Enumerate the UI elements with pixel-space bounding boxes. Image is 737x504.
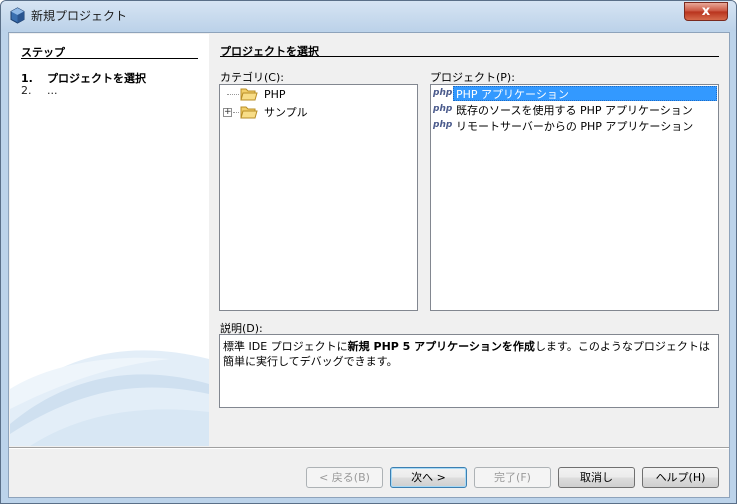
- project-list[interactable]: php PHP アプリケーション php 既存のソースを使用する PHP アプリ…: [430, 84, 719, 311]
- php-icon: php: [433, 104, 453, 114]
- category-label: カテゴリ(C):: [220, 71, 284, 84]
- dialog-body: ステップ 1. プロジェクトを選択 2.... プロジェクトを選択 カテゴリ(C)…: [8, 32, 730, 498]
- close-button[interactable]: x: [684, 2, 728, 21]
- netbeans-cube-icon: [10, 7, 25, 24]
- step-2-number: 2.: [21, 84, 32, 97]
- list-item-label: 既存のソースを使用する PHP アプリケーション: [456, 104, 693, 117]
- window-title: 新規プロジェクト: [31, 9, 128, 23]
- list-item[interactable]: php 既存のソースを使用する PHP アプリケーション: [432, 102, 717, 118]
- folder-icon: [240, 88, 258, 101]
- cancel-button[interactable]: 取消し: [558, 467, 635, 488]
- folder-icon: [240, 106, 258, 119]
- steps-pane: ステップ 1. プロジェクトを選択 2....: [10, 34, 209, 446]
- list-item-label: リモートサーバーからの PHP アプリケーション: [456, 120, 694, 133]
- new-project-dialog: 新規プロジェクト x ステップ 1. プロジェクトを選択 2.... プロジェクト…: [0, 0, 737, 504]
- php-icon: php: [433, 120, 453, 130]
- list-item-label: PHP アプリケーション: [453, 86, 717, 101]
- next-button[interactable]: 次へ >: [390, 467, 467, 488]
- description-bold: 新規 PHP 5 アプリケーションを作成: [347, 340, 535, 353]
- project-label: プロジェクト(P):: [430, 71, 515, 84]
- list-item[interactable]: php リモートサーバーからの PHP アプリケーション: [432, 118, 717, 134]
- description-text: 標準 IDE プロジェクトに新規 PHP 5 アプリケーションを作成します。この…: [219, 334, 719, 408]
- category-tree[interactable]: PHP + サンプル: [219, 84, 418, 311]
- steps-divider: [21, 58, 198, 59]
- step-2: 2....: [21, 84, 58, 97]
- title-bar[interactable]: 新規プロジェクト x: [1, 1, 736, 31]
- button-bar-divider: [9, 447, 729, 449]
- description-pre: 標準 IDE プロジェクトに: [223, 340, 348, 353]
- finish-button[interactable]: 完了(F): [474, 467, 551, 488]
- close-icon: x: [701, 4, 711, 19]
- step-2-label: ...: [47, 84, 58, 97]
- step-1-label: プロジェクトを選択: [47, 72, 146, 85]
- decorative-swoosh: [10, 350, 209, 446]
- page-title-divider: [220, 56, 719, 57]
- php-icon: php: [433, 88, 453, 98]
- list-item[interactable]: php PHP アプリケーション: [432, 86, 717, 102]
- tree-item-label: PHP: [264, 87, 286, 101]
- expand-toggle[interactable]: +: [223, 108, 232, 117]
- back-button[interactable]: < 戻る(B): [306, 467, 383, 488]
- help-button[interactable]: ヘルプ(H): [642, 467, 719, 488]
- tree-item-label: サンプル: [264, 106, 308, 119]
- tree-connector: [233, 112, 239, 113]
- tree-connector: [227, 94, 239, 95]
